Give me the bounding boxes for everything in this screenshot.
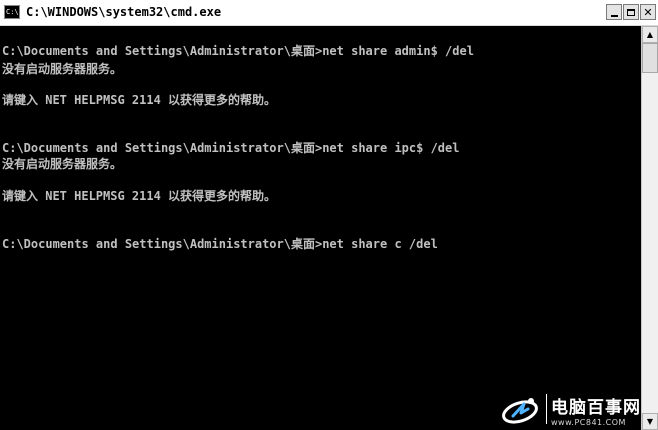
watermark-brand: 电脑百事网 bbox=[551, 398, 641, 418]
watermark-url: www.PC841.COM bbox=[551, 418, 626, 427]
console-line: C:\Documents and Settings\Administrator\… bbox=[2, 44, 474, 58]
scroll-up-button[interactable]: ▲ bbox=[642, 26, 658, 43]
title-bar[interactable]: C:\ C:\WINDOWS\system32\cmd.exe ✕ bbox=[0, 0, 658, 26]
console-line: C:\Documents and Settings\Administrator\… bbox=[2, 141, 460, 155]
console-line: 请键入 NET HELPMSG 2114 以获得更多的帮助。 bbox=[2, 189, 277, 203]
scroll-down-button[interactable]: ▼ bbox=[642, 413, 658, 430]
maximize-button[interactable] bbox=[623, 4, 639, 20]
console-line: C:\Documents and Settings\Administrator\… bbox=[2, 237, 438, 251]
cmd-app-icon[interactable]: C:\ bbox=[4, 5, 20, 19]
close-icon: ✕ bbox=[643, 5, 653, 19]
window-title: C:\WINDOWS\system32\cmd.exe bbox=[26, 5, 222, 19]
console-line: 请键入 NET HELPMSG 2114 以获得更多的帮助。 bbox=[2, 93, 277, 107]
console-line: 没有启动服务器服务。 bbox=[2, 157, 123, 171]
watermark-texts: 电脑百事网 www.PC841.COM bbox=[551, 398, 641, 428]
close-button[interactable]: ✕ bbox=[640, 4, 656, 20]
console-output[interactable]: C:\Documents and Settings\Administrator\… bbox=[0, 26, 641, 430]
maximize-icon bbox=[627, 8, 635, 16]
watermark: 电脑百事网 www.PC841.COM bbox=[500, 388, 641, 428]
minimize-icon bbox=[610, 14, 618, 17]
cmd-window: C:\ C:\WINDOWS\system32\cmd.exe ✕ C:\Doc… bbox=[0, 0, 658, 430]
minimize-button[interactable] bbox=[606, 4, 622, 20]
watermark-logo-icon bbox=[502, 398, 538, 424]
scroll-thumb[interactable] bbox=[642, 43, 658, 73]
arrow-up-icon: ▲ bbox=[646, 30, 654, 39]
vertical-scrollbar[interactable]: ▲ ▼ bbox=[641, 26, 658, 430]
watermark-divider bbox=[546, 394, 547, 424]
arrow-down-icon: ▼ bbox=[646, 417, 654, 426]
console-line: 没有启动服务器服务。 bbox=[2, 62, 123, 76]
